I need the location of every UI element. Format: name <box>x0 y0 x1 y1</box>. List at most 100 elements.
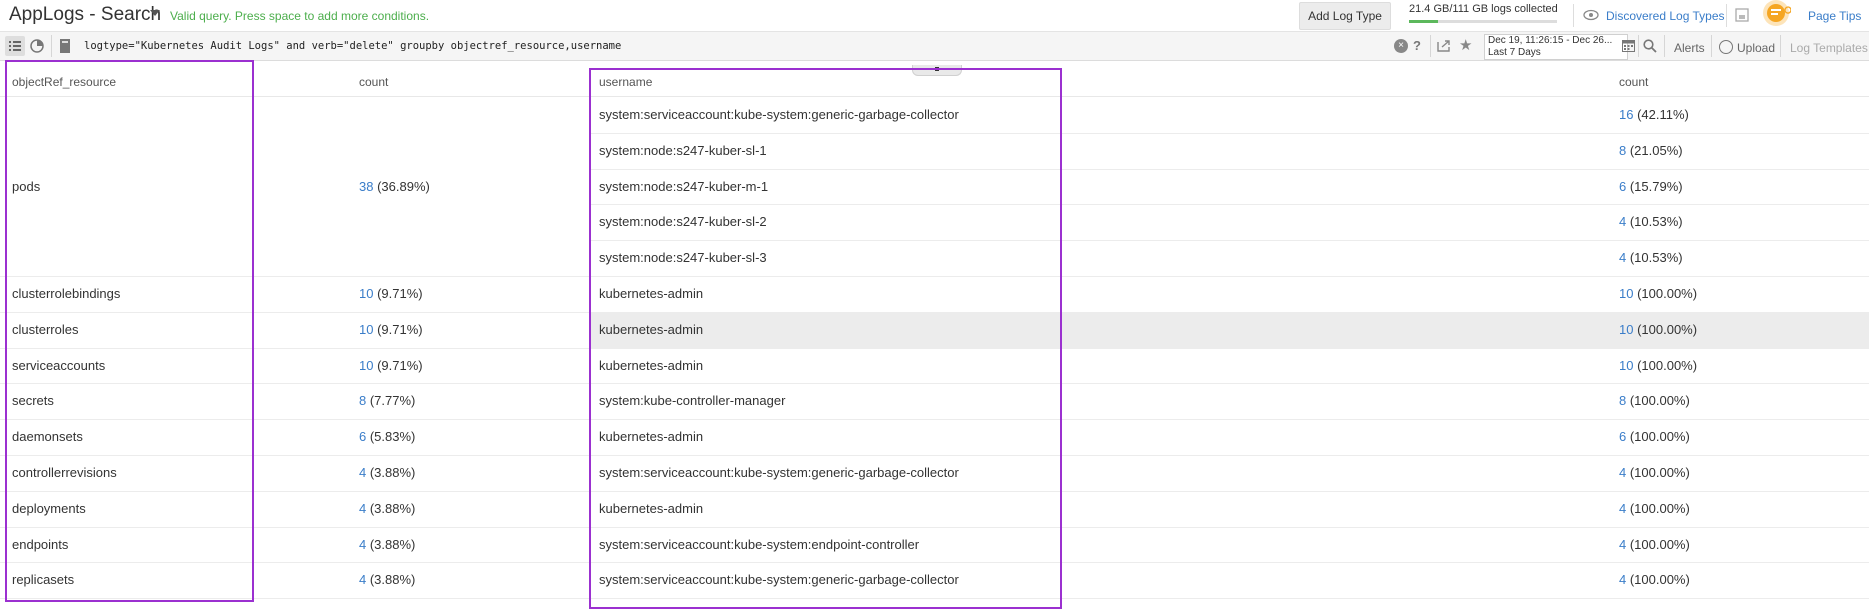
column-header-user-count[interactable]: count <box>1619 75 1648 89</box>
user-count-link[interactable]: 10 <box>1619 322 1633 337</box>
dashboard-icon[interactable] <box>1734 7 1750 23</box>
user-count-link[interactable]: 10 <box>1619 358 1633 373</box>
resource-count-link[interactable]: 38 <box>359 179 373 194</box>
user-count-cell: 10 (100.00%) <box>1619 322 1697 337</box>
chart-view-icon[interactable] <box>27 36 47 56</box>
divider <box>1573 4 1574 27</box>
search-query-input[interactable]: logtype="Kubernetes Audit Logs" and verb… <box>84 40 621 52</box>
user-count-percent: (21.05%) <box>1626 142 1683 158</box>
calendar-icon[interactable] <box>1622 39 1635 52</box>
user-count-percent: (100.00%) <box>1626 572 1690 588</box>
user-count-percent: (100.00%) <box>1626 465 1690 480</box>
upload-icon[interactable] <box>1719 40 1733 54</box>
share-icon[interactable] <box>1436 39 1452 53</box>
resource-count-percent: (36.89%) <box>373 178 430 194</box>
upload-link[interactable]: Upload <box>1737 41 1775 55</box>
eye-icon[interactable] <box>1583 8 1599 22</box>
user-count-cell: 8 (100.00%) <box>1619 393 1690 408</box>
storage-progress-bar <box>1409 20 1557 23</box>
alerts-link[interactable]: Alerts <box>1674 41 1705 55</box>
resource-count-percent: (3.88%) <box>366 464 416 480</box>
user-count-percent: (15.79%) <box>1626 178 1683 194</box>
storage-usage-text: 21.4 GB/111 GB logs collected <box>1409 3 1558 15</box>
app-switcher-caret-icon[interactable] <box>150 10 160 16</box>
resource-count-cell: 4 (3.88%) <box>359 501 415 516</box>
resource-count-cell: 6 (5.83%) <box>359 429 415 444</box>
top-header: AppLogs - Search Valid query. Press spac… <box>0 0 1869 32</box>
resource-count-percent: (9.71%) <box>373 285 423 301</box>
selection-box-resource-column <box>5 60 254 603</box>
user-count-percent: (42.11%) <box>1633 107 1689 122</box>
user-count-percent: (100.00%) <box>1626 393 1690 409</box>
user-count-percent: (100.00%) <box>1633 286 1698 301</box>
user-count-cell: 4 (10.53%) <box>1619 214 1683 229</box>
list-view-icon[interactable] <box>5 36 25 56</box>
divider <box>1711 35 1712 57</box>
resource-count-percent: (3.88%) <box>366 500 416 516</box>
resource-count-link[interactable]: 10 <box>359 322 373 337</box>
user-count-link[interactable]: 10 <box>1619 286 1633 301</box>
user-count-percent: (10.53%) <box>1626 250 1683 266</box>
user-count-cell: 8 (21.05%) <box>1619 143 1683 158</box>
resource-count-percent: (9.71%) <box>373 321 423 337</box>
user-count-cell: 10 (100.00%) <box>1619 286 1697 301</box>
user-count-percent: (100.00%) <box>1633 321 1698 337</box>
resource-count-cell: 10 (9.71%) <box>359 358 423 373</box>
resource-count-link[interactable]: 10 <box>359 286 373 301</box>
resource-count-percent: (9.71%) <box>373 357 423 373</box>
storage-progress-fill <box>1409 20 1438 23</box>
user-count-cell: 10 (100.00%) <box>1619 358 1697 373</box>
resource-count-cell: 4 (3.88%) <box>359 537 415 552</box>
help-icon[interactable]: ? <box>1413 38 1421 53</box>
divider <box>1726 4 1727 27</box>
resource-count-cell: 10 (9.71%) <box>359 322 423 337</box>
user-count-percent: (100.00%) <box>1626 429 1690 445</box>
user-count-link[interactable]: 16 <box>1619 107 1633 122</box>
page-tips-link[interactable]: Page Tips <box>1808 9 1861 23</box>
date-range-value: Dec 19, 11:26:15 - Dec 26... <box>1488 35 1613 46</box>
divider <box>1664 35 1665 57</box>
column-header-count[interactable]: count <box>359 75 388 89</box>
user-count-cell: 4 (100.00%) <box>1619 572 1690 587</box>
user-count-cell: 16 (42.11%) <box>1619 107 1689 122</box>
saved-search-icon[interactable] <box>55 36 75 56</box>
discovered-log-types-link[interactable]: Discovered Log Types <box>1606 9 1725 23</box>
resource-count-cell: 4 (3.88%) <box>359 465 415 480</box>
resource-count-cell: 38 (36.89%) <box>359 179 430 194</box>
user-count-cell: 4 (100.00%) <box>1619 465 1690 480</box>
user-count-cell: 6 (15.79%) <box>1619 179 1683 194</box>
resource-count-link[interactable]: 10 <box>359 358 373 373</box>
app-title[interactable]: AppLogs - Search <box>9 4 161 26</box>
selection-box-username-column <box>589 68 1062 610</box>
date-range-preset: Last 7 Days <box>1488 47 1541 58</box>
resource-count-percent: (3.88%) <box>366 572 416 588</box>
user-count-cell: 4 (100.00%) <box>1619 537 1690 552</box>
divider <box>51 35 52 57</box>
resource-count-percent: (3.88%) <box>366 536 416 552</box>
add-log-type-button[interactable]: Add Log Type <box>1299 2 1391 30</box>
user-count-cell: 4 (10.53%) <box>1619 250 1683 265</box>
divider <box>1780 35 1781 57</box>
resource-count-cell: 8 (7.77%) <box>359 393 415 408</box>
search-icon[interactable] <box>1643 39 1657 53</box>
user-count-percent: (100.00%) <box>1626 536 1690 552</box>
resource-count-percent: (7.77%) <box>366 393 416 409</box>
user-count-cell: 4 (100.00%) <box>1619 501 1690 516</box>
log-templates-link[interactable]: Log Templates <box>1790 41 1868 55</box>
star-icon[interactable]: ★ <box>1459 36 1472 54</box>
divider <box>1638 35 1639 57</box>
date-range-picker[interactable]: Dec 19, 11:26:15 - Dec 26... Last 7 Days <box>1484 34 1628 60</box>
divider <box>1430 35 1431 57</box>
storage-usage: 21.4 GB/111 GB logs collected <box>1409 3 1569 27</box>
user-count-percent: (100.00%) <box>1626 500 1690 516</box>
query-status-message: Valid query. Press space to add more con… <box>170 9 430 23</box>
resource-count-cell: 4 (3.88%) <box>359 572 415 587</box>
user-count-cell: 6 (100.00%) <box>1619 429 1690 444</box>
user-count-percent: (10.53%) <box>1626 214 1683 230</box>
clear-query-icon[interactable]: × <box>1394 39 1408 53</box>
page-tips-icon[interactable] <box>1761 0 1791 30</box>
resource-count-cell: 10 (9.71%) <box>359 286 423 301</box>
resource-count-percent: (5.83%) <box>366 429 416 445</box>
query-bar: logtype="Kubernetes Audit Logs" and verb… <box>0 32 1869 61</box>
user-count-percent: (100.00%) <box>1633 357 1698 373</box>
